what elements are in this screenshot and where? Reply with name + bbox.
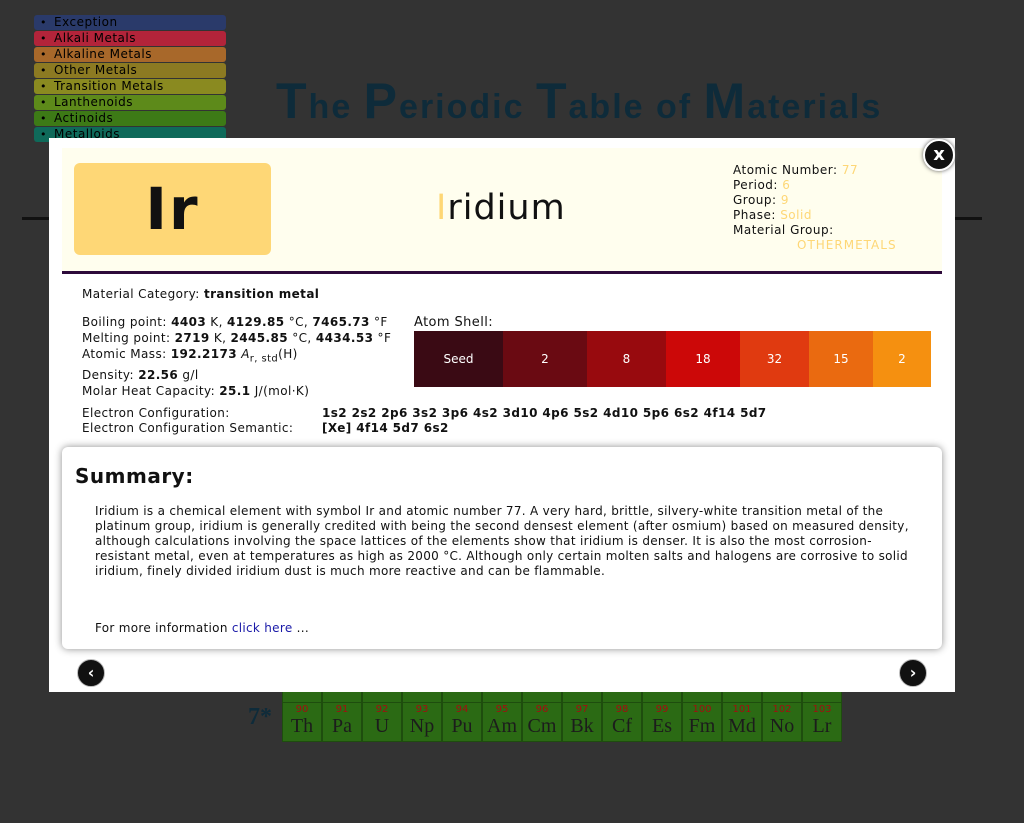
element-cell-symbol: Md <box>728 715 756 737</box>
element-cell-symbol: Cm <box>527 715 557 737</box>
element-cell[interactable]: 97 Bk <box>562 702 602 742</box>
electron-configuration-semantic-value: [Xe] 4f14 5d7 6s2 <box>322 421 449 435</box>
summary-text: Iridium is a chemical element with symbo… <box>95 504 909 578</box>
element-cell[interactable]: 102 No <box>762 702 802 742</box>
element-cell[interactable]: 92 U <box>362 702 402 742</box>
atom-shell-segment: 32 <box>740 331 809 387</box>
element-cell-symbol: Pa <box>332 715 352 737</box>
element-cell[interactable]: 91 Pa <box>322 702 362 742</box>
element-cell[interactable]: 99 Es <box>642 702 682 742</box>
element-cell-number: 98 <box>615 704 629 715</box>
element-cell-symbol: Th <box>290 715 314 737</box>
legend-item[interactable]: Transition Metals <box>34 79 226 94</box>
group: 9 <box>780 193 790 207</box>
density: Density: 22.56 g/l <box>82 368 199 383</box>
element-cell-symbol: Bk <box>570 715 594 737</box>
page-title: The Periodic Table of Materials <box>276 73 883 129</box>
header-divider <box>62 271 942 274</box>
element-cell-number: 97 <box>575 704 589 715</box>
element-cell-number: 92 <box>375 704 389 715</box>
more-info-link[interactable]: click here <box>232 621 293 635</box>
close-button[interactable]: x <box>923 139 955 171</box>
atom-shell-label: Atom Shell: <box>414 315 494 330</box>
atom-shell-segment: 2 <box>873 331 931 387</box>
element-cell[interactable]: 94 Pu <box>442 702 482 742</box>
element-cell[interactable]: 100 Fm <box>682 702 722 742</box>
element-cell-number: 101 <box>732 704 752 715</box>
row-label: 7* <box>248 704 272 730</box>
legend-item[interactable]: Exception <box>34 15 226 30</box>
element-cell-symbol: U <box>374 715 390 737</box>
element-cell[interactable]: 93 Np <box>402 702 442 742</box>
legend-item[interactable]: Lanthenoids <box>34 95 226 110</box>
element-cell-number: 95 <box>495 704 509 715</box>
element-cell-number: 94 <box>455 704 469 715</box>
element-symbol-box: Ir <box>74 163 271 255</box>
element-cell[interactable]: 95 Am <box>482 702 522 742</box>
phase: Solid <box>780 208 812 222</box>
legend-item[interactable]: Alkali Metals <box>34 31 226 46</box>
atom-shell-segment: 18 <box>666 331 740 387</box>
molar-heat-capacity: Molar Heat Capacity: 25.1 J/(mol·K) <box>82 384 310 399</box>
element-info: Atomic Number: 77 Period: 6 Group: 9 Pha… <box>733 163 897 252</box>
element-properties: Boiling point: 4403 K, 4129.85 °C, 7465.… <box>82 314 391 399</box>
element-cell-symbol: Fm <box>688 715 716 737</box>
element-cell-number: 90 <box>295 704 309 715</box>
element-cell-symbol: No <box>769 715 795 737</box>
element-cell-number: 96 <box>535 704 549 715</box>
atom-shell-segment: 15 <box>809 331 873 387</box>
element-cell-symbol: Np <box>409 715 435 737</box>
atom-shell-bar: Seed 2 8 18 32 15 2 <box>414 331 931 387</box>
element-cell-symbol: Cf <box>612 715 632 737</box>
element-cell-number: 99 <box>655 704 669 715</box>
melting-point: Melting point: 2719 K, 2445.85 °C, 4434.… <box>82 331 392 345</box>
element-cell-symbol: Lr <box>812 715 832 737</box>
next-element-button[interactable]: › <box>899 659 927 687</box>
element-cell-number: 102 <box>772 704 792 715</box>
element-cell-number: 100 <box>692 704 712 715</box>
material-category: Material Category: transition metal <box>82 287 320 301</box>
summary-card: Summary: Iridium is a chemical element w… <box>62 447 942 649</box>
legend-item[interactable]: Actinoids <box>34 111 226 126</box>
legend-list: ExceptionAlkali MetalsAlkaline MetalsOth… <box>34 15 226 143</box>
period: 6 <box>782 178 791 192</box>
atomic-mass: Atomic Mass: 192.2173 Ar, std(H) <box>82 347 298 365</box>
atom-shell-segment: Seed <box>414 331 503 387</box>
material-group: OTHERMETALS <box>797 238 897 252</box>
element-cell[interactable]: 90 Th <box>282 702 322 742</box>
boiling-point: Boiling point: 4403 K, 4129.85 °C, 7465.… <box>82 315 388 329</box>
element-cell-symbol: Am <box>487 715 517 737</box>
element-cell-number: 93 <box>415 704 429 715</box>
element-cell[interactable]: 96 Cm <box>522 702 562 742</box>
element-symbol: Ir <box>145 175 200 243</box>
element-cell-number: 103 <box>812 704 832 715</box>
element-name: Iridium <box>436 188 566 228</box>
legend-item[interactable]: Alkaline Metals <box>34 47 226 62</box>
element-cell[interactable]: 101 Md <box>722 702 762 742</box>
more-info: For more information click here ... <box>95 621 309 635</box>
atom-shell-segment: 2 <box>503 331 587 387</box>
electron-configuration-value: 1s2 2s2 2p6 3s2 3p6 4s2 3d10 4p6 5s2 4d1… <box>322 406 767 420</box>
summary-title: Summary: <box>75 464 194 488</box>
element-cell-number: 91 <box>335 704 349 715</box>
legend-item[interactable]: Other Metals <box>34 63 226 78</box>
element-cell[interactable]: 103 Lr <box>802 702 842 742</box>
previous-element-button[interactable]: ‹ <box>77 659 105 687</box>
element-cell-symbol: Pu <box>451 715 473 737</box>
element-cell[interactable]: 98 Cf <box>602 702 642 742</box>
element-cell-symbol: Es <box>652 715 672 737</box>
electron-configuration: Electron Configuration: 1s2 2s2 2p6 3s2 3… <box>82 406 767 435</box>
atom-shell-segment: 8 <box>587 331 666 387</box>
atomic-number: 77 <box>841 163 859 177</box>
